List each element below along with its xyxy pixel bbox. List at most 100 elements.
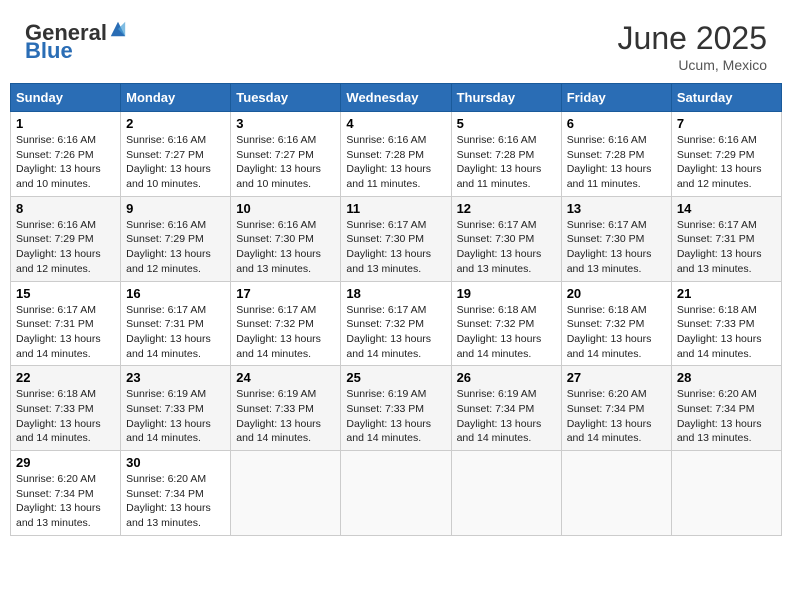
day-info: Sunrise: 6:16 AM Sunset: 7:29 PM Dayligh…: [16, 218, 115, 277]
table-row: 14 Sunrise: 6:17 AM Sunset: 7:31 PM Dayl…: [671, 196, 781, 281]
day-info: Sunrise: 6:17 AM Sunset: 7:32 PM Dayligh…: [236, 303, 335, 362]
daylight-label: Daylight: 13 hours and 14 minutes.: [16, 333, 101, 360]
logo-blue: Blue: [25, 38, 73, 64]
table-row: 8 Sunrise: 6:16 AM Sunset: 7:29 PM Dayli…: [11, 196, 121, 281]
day-number: 10: [236, 201, 335, 216]
day-number: 16: [126, 286, 225, 301]
day-info: Sunrise: 6:18 AM Sunset: 7:33 PM Dayligh…: [677, 303, 776, 362]
table-row: 21 Sunrise: 6:18 AM Sunset: 7:33 PM Dayl…: [671, 281, 781, 366]
day-number: 24: [236, 370, 335, 385]
day-info: Sunrise: 6:17 AM Sunset: 7:31 PM Dayligh…: [126, 303, 225, 362]
calendar-header-row: Sunday Monday Tuesday Wednesday Thursday…: [11, 84, 782, 112]
table-row: 17 Sunrise: 6:17 AM Sunset: 7:32 PM Dayl…: [231, 281, 341, 366]
daylight-label: Daylight: 13 hours and 12 minutes.: [16, 248, 101, 275]
sunset-label: Sunset: 7:31 PM: [126, 318, 204, 330]
day-number: 11: [346, 201, 445, 216]
sunrise-label: Sunrise: 6:17 AM: [346, 219, 426, 231]
location: Ucum, Mexico: [618, 57, 767, 73]
daylight-label: Daylight: 13 hours and 14 minutes.: [457, 418, 542, 445]
daylight-label: Daylight: 13 hours and 14 minutes.: [457, 333, 542, 360]
daylight-label: Daylight: 13 hours and 14 minutes.: [567, 333, 652, 360]
table-row: 9 Sunrise: 6:16 AM Sunset: 7:29 PM Dayli…: [121, 196, 231, 281]
sunset-label: Sunset: 7:31 PM: [16, 318, 94, 330]
sunrise-label: Sunrise: 6:18 AM: [677, 304, 757, 316]
table-row: 7 Sunrise: 6:16 AM Sunset: 7:29 PM Dayli…: [671, 112, 781, 197]
sunrise-label: Sunrise: 6:16 AM: [236, 219, 316, 231]
sunrise-label: Sunrise: 6:17 AM: [126, 304, 206, 316]
sunset-label: Sunset: 7:33 PM: [126, 403, 204, 415]
day-number: 15: [16, 286, 115, 301]
day-number: 29: [16, 455, 115, 470]
day-number: 4: [346, 116, 445, 131]
day-number: 17: [236, 286, 335, 301]
table-row: 2 Sunrise: 6:16 AM Sunset: 7:27 PM Dayli…: [121, 112, 231, 197]
sunset-label: Sunset: 7:29 PM: [126, 233, 204, 245]
day-number: 8: [16, 201, 115, 216]
sunrise-label: Sunrise: 6:17 AM: [567, 219, 647, 231]
daylight-label: Daylight: 13 hours and 14 minutes.: [126, 333, 211, 360]
day-number: 22: [16, 370, 115, 385]
sunrise-label: Sunrise: 6:20 AM: [567, 388, 647, 400]
sunset-label: Sunset: 7:30 PM: [346, 233, 424, 245]
sunset-label: Sunset: 7:32 PM: [457, 318, 535, 330]
col-sunday: Sunday: [11, 84, 121, 112]
sunset-label: Sunset: 7:32 PM: [236, 318, 314, 330]
daylight-label: Daylight: 13 hours and 14 minutes.: [126, 418, 211, 445]
day-number: 19: [457, 286, 556, 301]
sunrise-label: Sunrise: 6:16 AM: [457, 134, 537, 146]
sunset-label: Sunset: 7:33 PM: [346, 403, 424, 415]
day-info: Sunrise: 6:16 AM Sunset: 7:27 PM Dayligh…: [236, 133, 335, 192]
title-block: June 2025 Ucum, Mexico: [618, 20, 767, 73]
day-number: 26: [457, 370, 556, 385]
daylight-label: Daylight: 13 hours and 14 minutes.: [677, 333, 762, 360]
sunrise-label: Sunrise: 6:17 AM: [236, 304, 316, 316]
daylight-label: Daylight: 13 hours and 14 minutes.: [346, 333, 431, 360]
sunset-label: Sunset: 7:32 PM: [567, 318, 645, 330]
sunrise-label: Sunrise: 6:17 AM: [677, 219, 757, 231]
daylight-label: Daylight: 13 hours and 14 minutes.: [236, 418, 321, 445]
day-number: 28: [677, 370, 776, 385]
sunrise-label: Sunrise: 6:19 AM: [457, 388, 537, 400]
day-info: Sunrise: 6:16 AM Sunset: 7:29 PM Dayligh…: [126, 218, 225, 277]
sunrise-label: Sunrise: 6:17 AM: [457, 219, 537, 231]
table-row: [451, 451, 561, 536]
sunset-label: Sunset: 7:29 PM: [16, 233, 94, 245]
sunrise-label: Sunrise: 6:16 AM: [677, 134, 757, 146]
table-row: 15 Sunrise: 6:17 AM Sunset: 7:31 PM Dayl…: [11, 281, 121, 366]
daylight-label: Daylight: 13 hours and 10 minutes.: [16, 163, 101, 190]
day-number: 13: [567, 201, 666, 216]
day-info: Sunrise: 6:16 AM Sunset: 7:28 PM Dayligh…: [346, 133, 445, 192]
day-number: 6: [567, 116, 666, 131]
day-info: Sunrise: 6:16 AM Sunset: 7:30 PM Dayligh…: [236, 218, 335, 277]
daylight-label: Daylight: 13 hours and 14 minutes.: [236, 333, 321, 360]
day-info: Sunrise: 6:20 AM Sunset: 7:34 PM Dayligh…: [126, 472, 225, 531]
daylight-label: Daylight: 13 hours and 11 minutes.: [346, 163, 431, 190]
sunrise-label: Sunrise: 6:18 AM: [567, 304, 647, 316]
day-number: 2: [126, 116, 225, 131]
daylight-label: Daylight: 13 hours and 13 minutes.: [567, 248, 652, 275]
sunrise-label: Sunrise: 6:18 AM: [457, 304, 537, 316]
month-year: June 2025: [618, 20, 767, 57]
day-number: 9: [126, 201, 225, 216]
calendar-row: 29 Sunrise: 6:20 AM Sunset: 7:34 PM Dayl…: [11, 451, 782, 536]
calendar-table: Sunday Monday Tuesday Wednesday Thursday…: [10, 83, 782, 536]
daylight-label: Daylight: 13 hours and 10 minutes.: [236, 163, 321, 190]
table-row: 16 Sunrise: 6:17 AM Sunset: 7:31 PM Dayl…: [121, 281, 231, 366]
day-info: Sunrise: 6:19 AM Sunset: 7:33 PM Dayligh…: [126, 387, 225, 446]
sunset-label: Sunset: 7:34 PM: [567, 403, 645, 415]
table-row: [671, 451, 781, 536]
calendar-row: 22 Sunrise: 6:18 AM Sunset: 7:33 PM Dayl…: [11, 366, 782, 451]
table-row: 24 Sunrise: 6:19 AM Sunset: 7:33 PM Dayl…: [231, 366, 341, 451]
table-row: 18 Sunrise: 6:17 AM Sunset: 7:32 PM Dayl…: [341, 281, 451, 366]
day-number: 30: [126, 455, 225, 470]
sunset-label: Sunset: 7:26 PM: [16, 149, 94, 161]
table-row: 27 Sunrise: 6:20 AM Sunset: 7:34 PM Dayl…: [561, 366, 671, 451]
table-row: 30 Sunrise: 6:20 AM Sunset: 7:34 PM Dayl…: [121, 451, 231, 536]
col-saturday: Saturday: [671, 84, 781, 112]
sunset-label: Sunset: 7:32 PM: [346, 318, 424, 330]
sunset-label: Sunset: 7:33 PM: [236, 403, 314, 415]
daylight-label: Daylight: 13 hours and 12 minutes.: [677, 163, 762, 190]
logo-icon: [109, 20, 127, 38]
table-row: 29 Sunrise: 6:20 AM Sunset: 7:34 PM Dayl…: [11, 451, 121, 536]
daylight-label: Daylight: 13 hours and 11 minutes.: [457, 163, 542, 190]
